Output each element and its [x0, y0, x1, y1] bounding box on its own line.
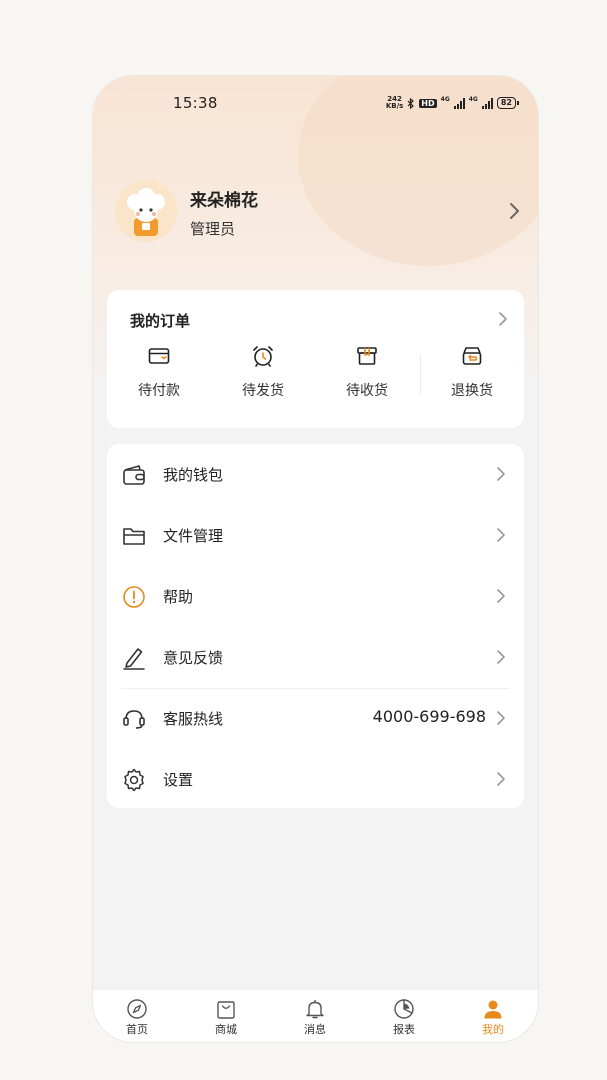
menu-item-file-management[interactable]: 文件管理 — [107, 505, 524, 566]
return-box-icon — [462, 347, 482, 365]
order-label: 待付款 — [138, 383, 180, 399]
tab-label: 首页 — [126, 1023, 148, 1036]
menu-label: 设置 — [163, 771, 194, 789]
network-speed-unit: KB/s — [385, 102, 404, 110]
order-pending-receipt[interactable]: 待收货 — [315, 344, 419, 408]
phone-screen: 15:38 242 KB/s HD 4G 4G 82 来朵棉花 管理员 我的订单… — [93, 76, 538, 1042]
tab-label: 消息 — [304, 1023, 326, 1036]
orders-title[interactable]: 我的订单 — [130, 310, 190, 331]
tab-home[interactable]: 首页 — [107, 998, 167, 1040]
signal-1-icon — [453, 97, 465, 109]
menu-label: 意见反馈 — [163, 649, 224, 667]
order-label: 待发货 — [242, 383, 284, 399]
wallet-card-icon — [148, 348, 170, 364]
shopping-bag-icon — [217, 1001, 235, 1019]
alarm-clock-icon — [253, 346, 273, 367]
pencil-icon — [123, 648, 145, 670]
cotton-mascot-icon — [115, 180, 177, 242]
menu-card: 我的钱包 文件管理 帮助 意见反馈 客服热线 4000-699-698 设置 — [107, 444, 524, 808]
signal-1-label: 4G — [440, 96, 450, 103]
menu-item-wallet[interactable]: 我的钱包 — [107, 444, 524, 505]
menu-item-hotline[interactable]: 客服热线 4000-699-698 — [107, 688, 524, 749]
hotline-number[interactable]: 4000-699-698 — [373, 707, 486, 726]
menu-label: 帮助 — [163, 588, 194, 606]
menu-label: 我的钱包 — [163, 466, 224, 484]
row-separator — [121, 688, 510, 689]
order-pending-payment[interactable]: 待付款 — [107, 344, 211, 408]
folder-icon — [123, 528, 145, 545]
tab-label: 我的 — [482, 1023, 504, 1036]
menu-label: 客服热线 — [163, 710, 224, 728]
menu-item-settings[interactable]: 设置 — [107, 749, 524, 810]
signal-2-label: 4G — [468, 96, 478, 103]
battery-icon: 82 — [496, 97, 520, 109]
headset-icon — [123, 710, 145, 729]
tab-mine[interactable]: 我的 — [463, 998, 523, 1040]
chevron-right-icon — [497, 772, 505, 786]
chevron-right-icon — [497, 650, 505, 664]
order-label: 待收货 — [346, 383, 388, 399]
chevron-right-icon — [497, 467, 505, 481]
profile-section[interactable]: 来朵棉花 管理员 — [115, 180, 525, 252]
status-time: 15:38 — [173, 94, 218, 112]
order-pending-shipment[interactable]: 待发货 — [211, 344, 315, 408]
menu-label: 文件管理 — [163, 527, 224, 545]
chevron-right-icon — [497, 711, 505, 725]
tab-reports[interactable]: 报表 — [374, 998, 434, 1040]
tab-label: 报表 — [393, 1023, 415, 1036]
menu-item-help[interactable]: 帮助 — [107, 566, 524, 627]
bell-icon — [306, 1000, 324, 1019]
status-bar: 15:38 242 KB/s HD 4G 4G 82 — [93, 92, 538, 114]
bottom-tab-bar: 首页 商城 消息 报表 我的 — [93, 989, 538, 1042]
chevron-right-icon — [497, 589, 505, 603]
tab-messages[interactable]: 消息 — [285, 998, 345, 1040]
chevron-right-icon[interactable] — [503, 200, 525, 222]
bluetooth-icon — [407, 97, 415, 109]
gear-icon — [124, 768, 144, 792]
wallet-icon — [123, 465, 145, 485]
pie-chart-icon — [394, 999, 414, 1019]
chevron-right-icon — [497, 528, 505, 542]
tab-mall[interactable]: 商城 — [196, 998, 256, 1040]
tab-label: 商城 — [215, 1023, 237, 1036]
user-name: 来朵棉花 — [190, 191, 258, 211]
user-icon — [484, 1000, 502, 1019]
network-speed: 242 KB/s — [386, 96, 403, 110]
signal-2-icon — [481, 97, 493, 109]
orders-card: 我的订单 待付款 待发货 待收货 退换货 — [107, 290, 524, 428]
hd-badge: HD — [419, 98, 437, 108]
user-role: 管理员 — [190, 220, 236, 238]
menu-item-feedback[interactable]: 意见反馈 — [107, 627, 524, 688]
compass-icon — [127, 999, 147, 1019]
status-icons: 242 KB/s HD 4G 4G 82 — [386, 96, 520, 110]
order-return-exchange[interactable]: 退换货 — [420, 344, 524, 408]
order-label: 退换货 — [451, 383, 493, 399]
help-alert-icon — [123, 586, 145, 608]
package-box-icon — [357, 347, 377, 365]
chevron-right-icon[interactable] — [494, 310, 512, 328]
avatar[interactable] — [115, 180, 177, 242]
